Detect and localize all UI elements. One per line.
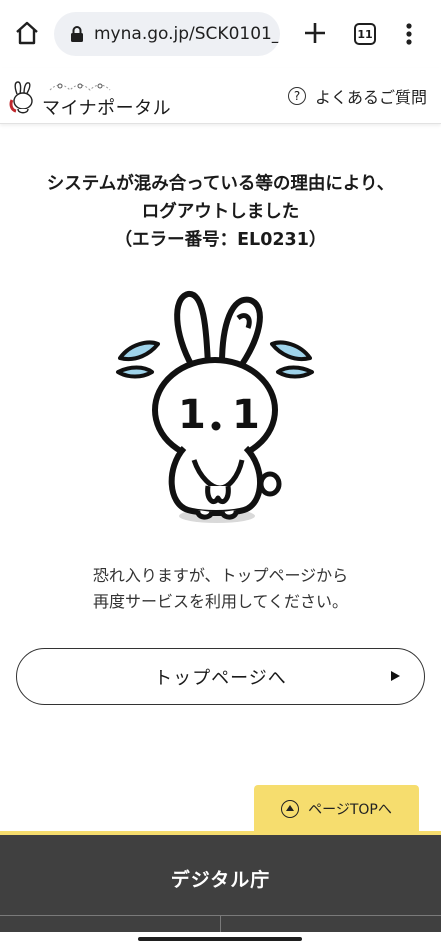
arrow-up-circle-icon (281, 799, 300, 818)
faq-link[interactable]: ? よくあるご質問 (288, 84, 427, 108)
more-menu-icon[interactable] (402, 20, 416, 48)
svg-text:1: 1 (178, 392, 206, 438)
mynaportal-rabbit-mascot-illustration: 1 1 (116, 291, 314, 523)
arrow-right-icon (391, 671, 400, 681)
error-title: システムが混み合っている等の理由により、 ログアウトしました （エラー番号：EL… (0, 170, 441, 254)
message-line-2: 再度サービスを利用してください。 (92, 592, 349, 611)
page-top-button[interactable]: ページTOPへ (254, 785, 419, 832)
tab-switcher-button[interactable]: 11 (354, 23, 376, 45)
question-icon: ? (288, 87, 306, 105)
page-top-label: ページTOPへ (308, 801, 392, 818)
home-icon[interactable] (14, 20, 40, 46)
error-title-line-2: ログアウトしました (141, 202, 300, 222)
address-bar[interactable]: myna.go.jp/SCK0101_ (54, 12, 280, 56)
tab-count: 11 (357, 27, 373, 41)
top-page-button-label: トップページへ (154, 667, 287, 689)
url-text: myna.go.jp/SCK0101_ (94, 24, 280, 44)
mascot-logo-icon (9, 81, 33, 114)
instruction-message: 恐れ入りますが、トップページから 再度サービスを利用してください。 (0, 563, 441, 615)
top-page-button[interactable]: トップページへ (16, 648, 425, 705)
error-title-line-1: システムが混み合っている等の理由により、 (46, 174, 395, 194)
footer-title[interactable]: デジタル庁 (0, 865, 441, 892)
message-line-1: 恐れ入りますが、トップページから (92, 566, 349, 585)
logo-dots-decoration (49, 83, 111, 91)
gesture-handle[interactable] (138, 937, 302, 941)
svg-text:1: 1 (232, 392, 260, 438)
browser-toolbar: myna.go.jp/SCK0101_ 11 (0, 0, 441, 68)
error-title-line-3: （エラー番号：EL0231） (114, 230, 327, 250)
mynaportal-logo[interactable]: マイナポータル (8, 74, 178, 119)
new-tab-icon[interactable] (302, 20, 328, 46)
lock-icon (71, 26, 83, 42)
logo-text: マイナポータル (42, 98, 172, 119)
site-header: マイナポータル ? よくあるご質問 (0, 68, 441, 124)
faq-label: よくあるご質問 (315, 88, 428, 107)
